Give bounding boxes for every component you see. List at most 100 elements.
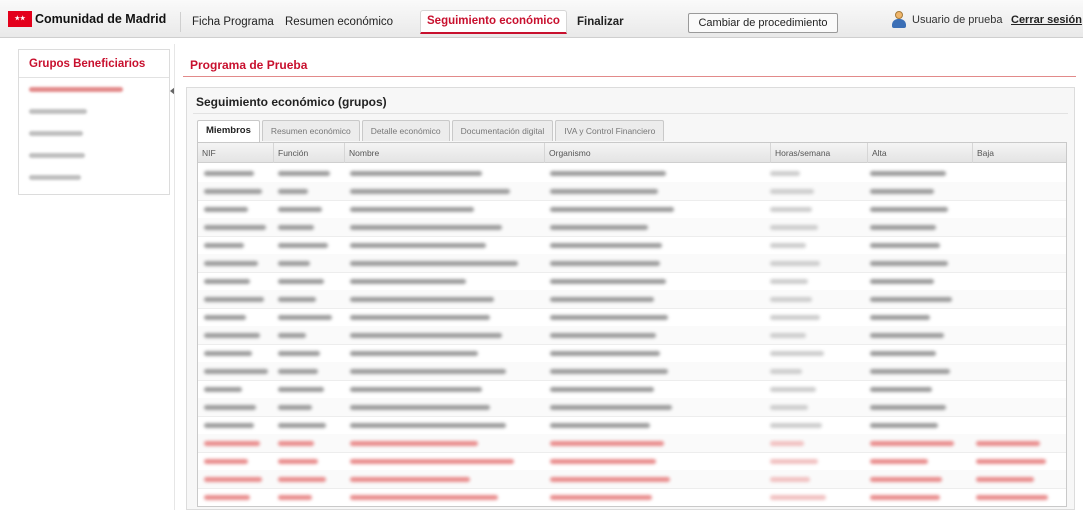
logout-link[interactable]: Cerrar sesión xyxy=(1011,14,1082,26)
table-cell xyxy=(204,387,242,392)
table-cell xyxy=(976,441,1040,446)
table-cell xyxy=(550,261,660,266)
table-row[interactable] xyxy=(198,200,1066,219)
table-cell xyxy=(550,387,654,392)
table-cell xyxy=(204,279,250,284)
table-cell xyxy=(550,297,654,302)
table-cell xyxy=(870,279,934,284)
tab-documentacion-digital[interactable]: Documentación digital xyxy=(451,120,554,141)
table-cell xyxy=(350,405,490,410)
table-cell xyxy=(278,495,312,500)
nav-finalizar[interactable]: Finalizar xyxy=(571,10,630,34)
tab-miembros[interactable]: Miembros xyxy=(197,120,260,142)
table-cell xyxy=(770,243,806,248)
table-row[interactable] xyxy=(198,164,1066,183)
sidebar-item[interactable] xyxy=(19,144,169,166)
table-cell xyxy=(350,423,506,428)
table-row[interactable] xyxy=(198,488,1066,506)
table-row[interactable] xyxy=(198,362,1066,381)
table-cell xyxy=(550,441,664,446)
table-row[interactable] xyxy=(198,380,1066,399)
table-row[interactable] xyxy=(198,272,1066,291)
table-row[interactable] xyxy=(198,254,1066,273)
table-cell xyxy=(870,297,952,302)
table-row[interactable] xyxy=(198,236,1066,255)
table-row[interactable] xyxy=(198,416,1066,435)
tab-iva-control-financiero[interactable]: IVA y Control Financiero xyxy=(555,120,665,141)
table-cell xyxy=(350,315,490,320)
table-cell xyxy=(770,495,826,500)
table-cell xyxy=(550,495,652,500)
table-row[interactable] xyxy=(198,344,1066,363)
table-cell xyxy=(278,387,324,392)
table-row[interactable] xyxy=(198,308,1066,327)
sidebar-item[interactable] xyxy=(19,100,169,122)
nav-resumen-economico[interactable]: Resumen económico xyxy=(279,10,399,34)
table-cell xyxy=(278,477,326,482)
table-cell xyxy=(550,243,662,248)
table-cell xyxy=(870,171,946,176)
column-header-baja[interactable]: Baja xyxy=(972,143,1066,163)
table-cell xyxy=(350,351,478,356)
nav-ficha-programa[interactable]: Ficha Programa xyxy=(186,10,280,34)
table-cell xyxy=(350,225,502,230)
title-divider xyxy=(183,76,1076,77)
table-cell xyxy=(770,315,820,320)
table-cell xyxy=(550,477,670,482)
table-cell xyxy=(550,225,648,230)
table-cell xyxy=(550,369,668,374)
column-header-funcion[interactable]: Función xyxy=(273,143,344,163)
table-row[interactable] xyxy=(198,470,1066,489)
brand-logo[interactable]: ★★ Comunidad de Madrid xyxy=(8,9,166,29)
sidebar-title[interactable]: Grupos Beneficiarios xyxy=(19,50,169,78)
table-cell xyxy=(204,243,244,248)
table-cell xyxy=(204,477,262,482)
table-cell xyxy=(278,297,316,302)
table-cell xyxy=(976,459,1046,464)
table-cell xyxy=(350,189,510,194)
table-cell xyxy=(204,261,258,266)
sidebar-item[interactable] xyxy=(19,78,169,100)
table-cell xyxy=(278,315,332,320)
table-cell xyxy=(350,207,474,212)
column-header-nif[interactable]: NIF xyxy=(198,143,273,163)
table-cell xyxy=(770,405,808,410)
table-cell xyxy=(550,423,650,428)
table-cell xyxy=(870,333,944,338)
column-header-horas-semana[interactable]: Horas/semana xyxy=(770,143,867,163)
tracking-panel: Seguimiento económico (grupos) Miembros … xyxy=(186,87,1075,510)
table-row[interactable] xyxy=(198,290,1066,309)
column-header-nombre[interactable]: Nombre xyxy=(344,143,544,163)
column-header-alta[interactable]: Alta xyxy=(867,143,972,163)
nav-seguimiento-economico[interactable]: Seguimiento económico xyxy=(420,10,567,34)
table-row[interactable] xyxy=(198,398,1066,417)
table-row[interactable] xyxy=(198,452,1066,471)
table-cell xyxy=(770,297,812,302)
sidebar-item[interactable] xyxy=(19,122,169,144)
tab-detalle-economico[interactable]: Detalle económico xyxy=(361,120,450,141)
sidebar: Grupos Beneficiarios xyxy=(18,49,175,195)
table-cell xyxy=(278,225,314,230)
table-row[interactable] xyxy=(198,218,1066,237)
table-cell xyxy=(204,495,250,500)
table-cell xyxy=(870,423,938,428)
table-cell xyxy=(770,261,820,266)
table-cell xyxy=(278,351,320,356)
table-cell xyxy=(870,459,928,464)
table-cell xyxy=(350,243,486,248)
nav-separator xyxy=(180,12,181,32)
table-cell xyxy=(204,405,256,410)
table-cell xyxy=(278,261,310,266)
column-header-organismo[interactable]: Organismo xyxy=(544,143,770,163)
table-cell xyxy=(350,171,482,176)
table-cell xyxy=(870,243,940,248)
table-row[interactable] xyxy=(198,182,1066,201)
table-row[interactable] xyxy=(198,434,1066,453)
table-cell xyxy=(278,423,326,428)
sidebar-item[interactable] xyxy=(19,166,169,188)
table-row[interactable] xyxy=(198,326,1066,345)
table-cell xyxy=(204,333,260,338)
change-procedure-button[interactable]: Cambiar de procedimiento xyxy=(688,13,838,33)
table-cell xyxy=(870,441,954,446)
tab-resumen-economico[interactable]: Resumen económico xyxy=(261,120,360,141)
